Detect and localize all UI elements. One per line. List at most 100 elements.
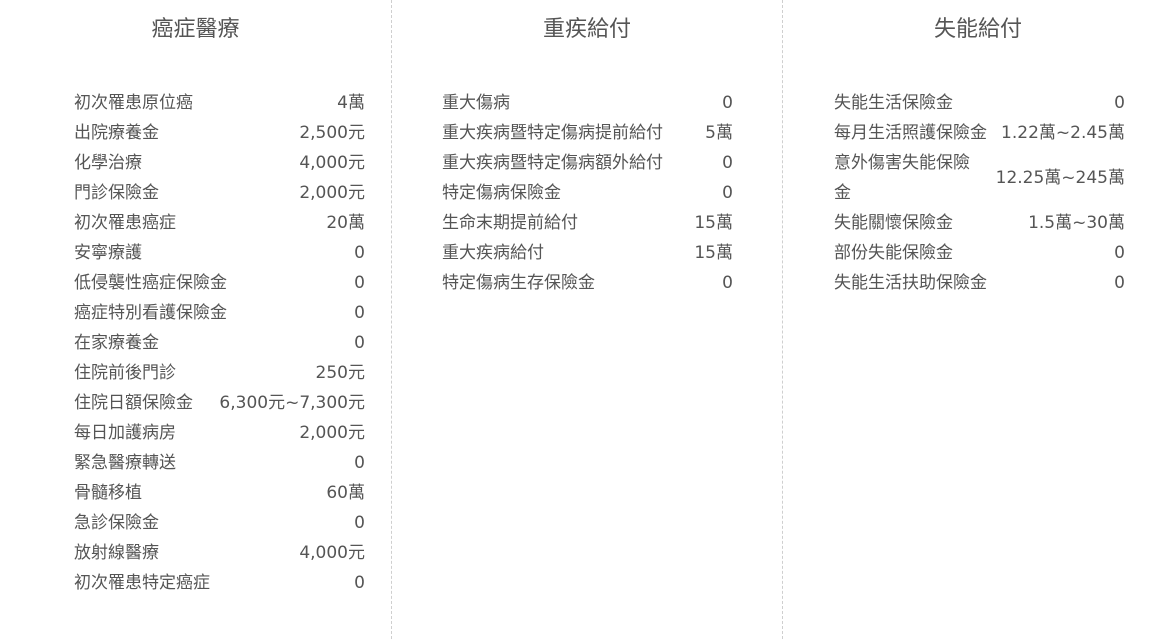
list-item: 住院日額保險金 6,300元~7,300元 xyxy=(74,388,365,418)
list-item: 特定傷病生存保險金 0 xyxy=(442,268,733,298)
item-label: 骨髓移植 xyxy=(74,483,142,503)
item-value: 20萬 xyxy=(326,213,365,233)
item-label: 重大疾病給付 xyxy=(442,243,544,263)
list-item: 重大傷病 0 xyxy=(442,88,733,118)
item-label: 初次罹患癌症 xyxy=(74,213,176,233)
item-value: 6,300元~7,300元 xyxy=(219,393,365,413)
list-item: 緊急醫療轉送 0 xyxy=(74,448,365,478)
benefit-list: 初次罹患原位癌 4萬 出院療養金 2,500元 化學治療 4,000元 門診保險金 2,… xyxy=(74,88,365,598)
item-label: 意外傷害失能保險金 xyxy=(834,153,970,203)
item-label: 在家療養金 xyxy=(74,333,159,353)
item-label: 安寧療護 xyxy=(74,243,142,263)
list-item: 重大疾病給付 15萬 xyxy=(442,238,733,268)
item-value: 0 xyxy=(354,333,365,353)
item-label: 門診保險金 xyxy=(74,183,159,203)
list-item: 失能生活扶助保險金 0 xyxy=(834,268,1125,298)
item-label: 化學治療 xyxy=(74,153,142,173)
list-item: 每月生活照護保險金 1.22萬~2.45萬 xyxy=(834,118,1125,148)
item-value: 0 xyxy=(1114,273,1125,293)
benefit-columns: 癌症醫療 初次罹患原位癌 4萬 出院療養金 2,500元 化學治療 4,000元 門診… xyxy=(0,0,1173,639)
item-value: 2,000元 xyxy=(299,423,365,443)
item-value: 2,000元 xyxy=(299,183,365,203)
item-value: 0 xyxy=(354,273,365,293)
item-value: 4,000元 xyxy=(299,543,365,563)
item-label: 癌症特別看護保險金 xyxy=(74,303,227,323)
item-value: 0 xyxy=(1114,93,1125,113)
list-item: 住院前後門診 250元 xyxy=(74,358,365,388)
item-value: 250元 xyxy=(315,363,365,383)
list-item: 在家療養金 0 xyxy=(74,328,365,358)
item-value: 1.5萬~30萬 xyxy=(1028,213,1125,233)
list-item: 門診保險金 2,000元 xyxy=(74,178,365,208)
item-value: 0 xyxy=(354,573,365,593)
item-value: 60萬 xyxy=(326,483,365,503)
column-title: 重疾給付 xyxy=(542,17,631,42)
list-item: 初次罹患原位癌 4萬 xyxy=(74,88,365,118)
list-item: 生命末期提前給付 15萬 xyxy=(442,208,733,238)
item-label: 失能生活扶助保險金 xyxy=(834,273,987,293)
item-value: 0 xyxy=(1114,243,1125,263)
item-label: 緊急醫療轉送 xyxy=(74,453,176,473)
item-label: 重大疾病暨特定傷病提前給付 xyxy=(442,123,663,143)
list-item: 低侵襲性癌症保險金 0 xyxy=(74,268,365,298)
item-value: 0 xyxy=(722,153,733,173)
list-item: 重大疾病暨特定傷病額外給付 0 xyxy=(442,148,733,178)
item-value: 2,500元 xyxy=(299,123,365,143)
item-value: 0 xyxy=(354,243,365,263)
item-label: 初次罹患原位癌 xyxy=(74,93,193,113)
item-label: 重大傷病 xyxy=(442,93,510,113)
list-item: 失能生活保險金 0 xyxy=(834,88,1125,118)
item-value: 0 xyxy=(354,453,365,473)
list-item: 每日加護病房 2,000元 xyxy=(74,418,365,448)
item-value: 15萬 xyxy=(694,243,733,263)
cancer-medical-column: 癌症醫療 初次罹患原位癌 4萬 出院療養金 2,500元 化學治療 4,000元 門診… xyxy=(0,0,391,639)
list-item: 特定傷病保險金 0 xyxy=(442,178,733,208)
item-value: 1.22萬~2.45萬 xyxy=(1001,123,1125,143)
item-label: 放射線醫療 xyxy=(74,543,159,563)
item-value: 12.25萬~245萬 xyxy=(995,168,1125,188)
item-label: 特定傷病保險金 xyxy=(442,183,561,203)
column-title: 癌症醫療 xyxy=(151,17,240,42)
list-item: 初次罹患特定癌症 0 xyxy=(74,568,365,598)
column-title: 失能給付 xyxy=(933,17,1022,42)
item-value: 0 xyxy=(722,183,733,203)
item-label: 失能生活保險金 xyxy=(834,93,953,113)
list-item: 重大疾病暨特定傷病提前給付 5萬 xyxy=(442,118,733,148)
list-item: 骨髓移植 60萬 xyxy=(74,478,365,508)
list-item: 安寧療護 0 xyxy=(74,238,365,268)
item-value: 0 xyxy=(354,513,365,533)
list-item: 癌症特別看護保險金 0 xyxy=(74,298,365,328)
item-label: 急診保險金 xyxy=(74,513,159,533)
item-label: 低侵襲性癌症保險金 xyxy=(74,273,227,293)
item-label: 出院療養金 xyxy=(74,123,159,143)
list-item: 意外傷害失能保險金 12.25萬~245萬 xyxy=(834,148,1125,208)
item-value: 0 xyxy=(722,273,733,293)
item-value: 5萬 xyxy=(705,123,733,143)
list-item: 放射線醫療 4,000元 xyxy=(74,538,365,568)
list-item: 初次罹患癌症 20萬 xyxy=(74,208,365,238)
item-label: 失能關懷保險金 xyxy=(834,213,953,233)
benefit-list: 失能生活保險金 0 每月生活照護保險金 1.22萬~2.45萬 意外傷害失能保險金 1… xyxy=(834,88,1125,298)
item-label: 住院日額保險金 xyxy=(74,393,193,413)
list-item: 部份失能保險金 0 xyxy=(834,238,1125,268)
list-item: 急診保險金 0 xyxy=(74,508,365,538)
item-value: 15萬 xyxy=(694,213,733,233)
item-label: 部份失能保險金 xyxy=(834,243,953,263)
item-value: 4萬 xyxy=(337,93,365,113)
item-value: 4,000元 xyxy=(299,153,365,173)
list-item: 失能關懷保險金 1.5萬~30萬 xyxy=(834,208,1125,238)
item-label: 重大疾病暨特定傷病額外給付 xyxy=(442,153,663,173)
item-label: 每月生活照護保險金 xyxy=(834,123,987,143)
item-label: 生命末期提前給付 xyxy=(442,213,578,233)
benefit-list: 重大傷病 0 重大疾病暨特定傷病提前給付 5萬 重大疾病暨特定傷病額外給付 0 特定傷… xyxy=(442,88,733,298)
critical-illness-column: 重疾給付 重大傷病 0 重大疾病暨特定傷病提前給付 5萬 重大疾病暨特定傷病額外給付… xyxy=(391,0,782,639)
list-item: 化學治療 4,000元 xyxy=(74,148,365,178)
item-label: 住院前後門診 xyxy=(74,363,176,383)
item-label: 每日加護病房 xyxy=(74,423,176,443)
list-item: 出院療養金 2,500元 xyxy=(74,118,365,148)
item-label: 初次罹患特定癌症 xyxy=(74,573,210,593)
disability-column: 失能給付 失能生活保險金 0 每月生活照護保險金 1.22萬~2.45萬 意外傷害失… xyxy=(782,0,1173,639)
item-value: 0 xyxy=(722,93,733,113)
item-label: 特定傷病生存保險金 xyxy=(442,273,595,293)
item-value: 0 xyxy=(354,303,365,323)
